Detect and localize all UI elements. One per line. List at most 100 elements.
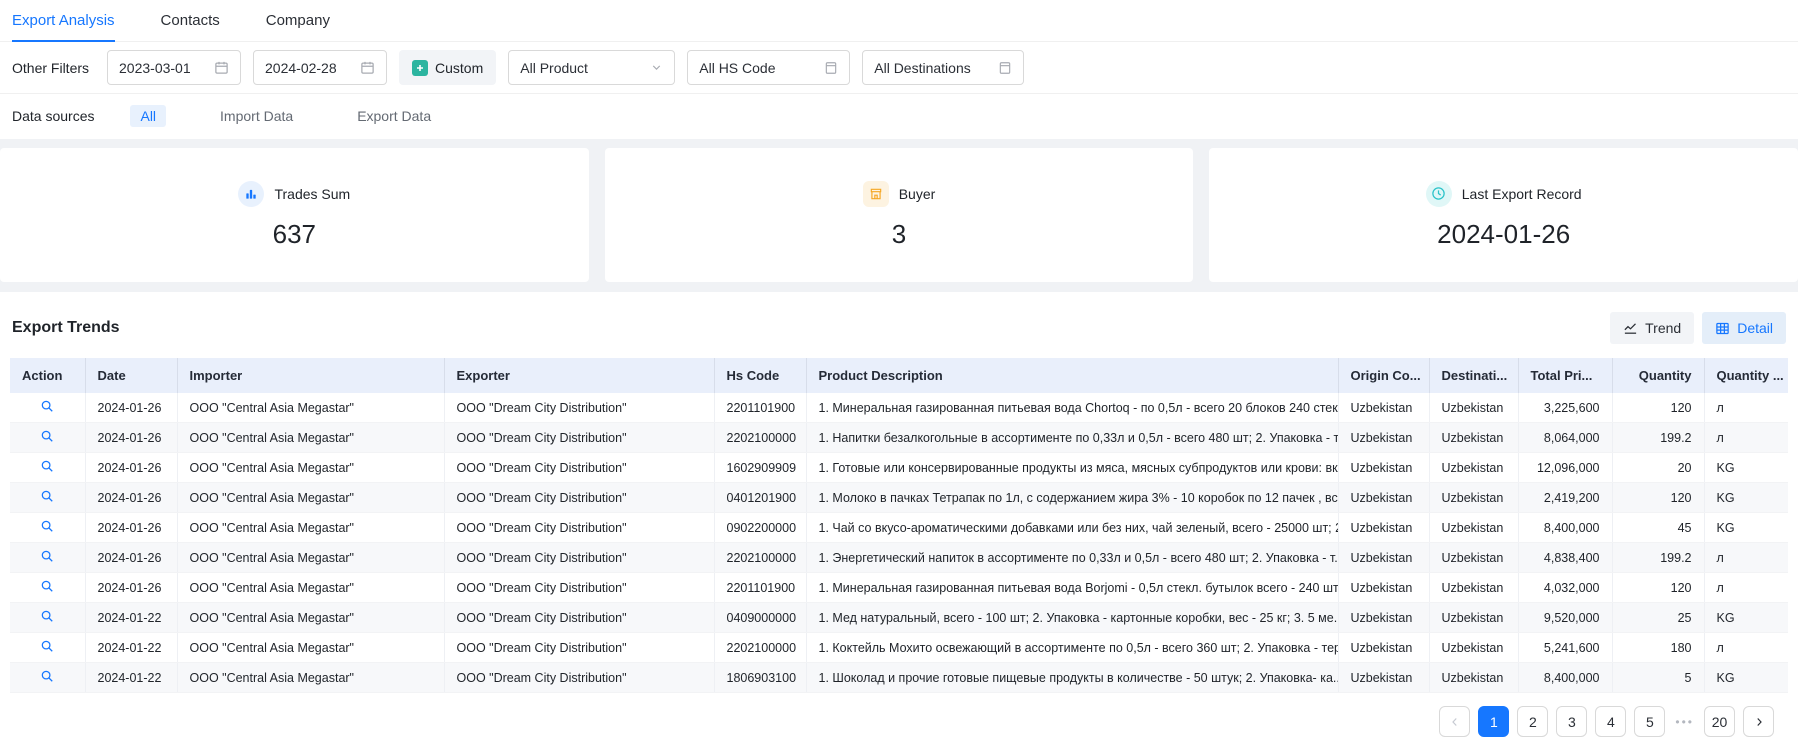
custom-label: Custom <box>435 60 483 76</box>
action-cell <box>10 393 85 423</box>
action-cell <box>10 633 85 663</box>
pagination-page-3[interactable]: 3 <box>1556 706 1587 737</box>
cell-importer: OOO "Central Asia Megastar" <box>177 603 444 633</box>
cell-destination: Uzbekistan <box>1429 453 1518 483</box>
column-header-quantity: Quantity <box>1612 358 1704 393</box>
cell-destination: Uzbekistan <box>1429 573 1518 603</box>
search-icon[interactable] <box>40 609 54 623</box>
column-header-origin-co: Origin Co... <box>1338 358 1429 393</box>
column-header-importer: Importer <box>177 358 444 393</box>
table-row: 2024-01-26OOO "Central Asia Megastar"OOO… <box>10 573 1788 603</box>
cell-total-price: 2,419,200 <box>1518 483 1612 513</box>
pagination-page-5[interactable]: 5 <box>1634 706 1665 737</box>
cell-origin: Uzbekistan <box>1338 513 1429 543</box>
detail-view-button[interactable]: Detail <box>1702 312 1786 344</box>
cell-quantity: 120 <box>1612 483 1704 513</box>
detail-label: Detail <box>1737 320 1773 336</box>
search-icon[interactable] <box>40 429 54 443</box>
pagination-prev-button[interactable] <box>1439 706 1470 737</box>
search-icon[interactable] <box>40 519 54 533</box>
data-source-export[interactable]: Export Data <box>347 105 441 127</box>
action-cell <box>10 543 85 573</box>
cell-importer: OOO "Central Asia Megastar" <box>177 453 444 483</box>
pagination-ellipsis[interactable]: ••• <box>1673 715 1696 729</box>
action-cell <box>10 453 85 483</box>
search-icon[interactable] <box>40 639 54 653</box>
search-icon[interactable] <box>40 579 54 593</box>
column-header-date: Date <box>85 358 177 393</box>
cell-description: 1. Минеральная газированная питьевая вод… <box>806 573 1338 603</box>
pagination-next-button[interactable] <box>1743 706 1774 737</box>
destinations-select[interactable]: All Destinations <box>862 50 1024 85</box>
chevron-down-icon <box>650 61 663 74</box>
cell-description: 1. Коктейль Мохито освежающий в ассортим… <box>806 633 1338 663</box>
search-icon[interactable] <box>40 669 54 683</box>
cell-exporter: OOO "Dream City Distribution" <box>444 483 714 513</box>
cell-quantity: 199.2 <box>1612 423 1704 453</box>
data-source-all[interactable]: All <box>130 105 166 127</box>
tab-export-analysis[interactable]: Export Analysis <box>12 0 115 41</box>
action-cell <box>10 663 85 693</box>
table-body: 2024-01-26OOO "Central Asia Megastar"OOO… <box>10 393 1788 693</box>
search-icon[interactable] <box>40 549 54 563</box>
cell-quantity: 120 <box>1612 393 1704 423</box>
cell-destination: Uzbekistan <box>1429 663 1518 693</box>
action-cell <box>10 483 85 513</box>
column-header-exporter: Exporter <box>444 358 714 393</box>
column-header-action: Action <box>10 358 85 393</box>
cell-importer: OOO "Central Asia Megastar" <box>177 633 444 663</box>
pagination-page-2[interactable]: 2 <box>1517 706 1548 737</box>
calendar-icon <box>214 60 229 75</box>
cell-unit: KG <box>1704 453 1788 483</box>
cell-importer: OOO "Central Asia Megastar" <box>177 393 444 423</box>
cell-destination: Uzbekistan <box>1429 483 1518 513</box>
trades-sum-value: 637 <box>273 219 316 250</box>
column-header-quantity: Quantity ... <box>1704 358 1788 393</box>
pagination-page-4[interactable]: 4 <box>1595 706 1626 737</box>
custom-range-button[interactable]: Custom <box>399 50 496 85</box>
cell-hs-code: 2201101900 <box>714 393 806 423</box>
cell-importer: OOO "Central Asia Megastar" <box>177 423 444 453</box>
search-icon[interactable] <box>40 399 54 413</box>
product-select[interactable]: All Product <box>508 50 675 85</box>
cell-hs-code: 2201101900 <box>714 573 806 603</box>
cell-total-price: 4,838,400 <box>1518 543 1612 573</box>
cell-exporter: OOO "Dream City Distribution" <box>444 513 714 543</box>
cell-date: 2024-01-22 <box>85 633 177 663</box>
column-header-product-description: Product Description <box>806 358 1338 393</box>
hs-code-select[interactable]: All HS Code <box>687 50 850 85</box>
trend-label: Trend <box>1645 320 1681 336</box>
stat-cards: Trades Sum 637 Buyer 3 Last Export Recor… <box>0 139 1798 292</box>
pagination-page-1[interactable]: 1 <box>1478 706 1509 737</box>
cell-hs-code: 0409000000 <box>714 603 806 633</box>
cell-origin: Uzbekistan <box>1338 453 1429 483</box>
cell-total-price: 12,096,000 <box>1518 453 1612 483</box>
trend-view-button[interactable]: Trend <box>1610 312 1694 344</box>
export-trends-title: Export Trends <box>12 319 120 337</box>
cell-total-price: 9,520,000 <box>1518 603 1612 633</box>
date-to-value: 2024-02-28 <box>265 60 337 76</box>
cell-unit: л <box>1704 543 1788 573</box>
search-icon[interactable] <box>40 459 54 473</box>
other-filters-label: Other Filters <box>12 60 89 76</box>
cell-origin: Uzbekistan <box>1338 633 1429 663</box>
cell-unit: л <box>1704 633 1788 663</box>
filter-row: Other Filters 2023-03-01 2024-02-28 Cust… <box>0 42 1798 94</box>
cell-description: 1. Шоколад и прочие готовые пищевые прод… <box>806 663 1338 693</box>
card-label: Trades Sum <box>274 186 350 202</box>
cell-quantity: 180 <box>1612 633 1704 663</box>
cell-unit: л <box>1704 423 1788 453</box>
pagination: 12345 ••• 20 <box>10 693 1788 737</box>
clock-icon <box>1426 181 1452 207</box>
cell-date: 2024-01-26 <box>85 483 177 513</box>
cell-description: 1. Готовые или консервированные продукты… <box>806 453 1338 483</box>
tab-company[interactable]: Company <box>266 0 330 41</box>
cell-hs-code: 0902200000 <box>714 513 806 543</box>
tab-contacts[interactable]: Contacts <box>161 0 220 41</box>
date-to-input[interactable]: 2024-02-28 <box>253 50 387 85</box>
date-from-input[interactable]: 2023-03-01 <box>107 50 241 85</box>
cell-unit: KG <box>1704 603 1788 633</box>
data-source-import[interactable]: Import Data <box>210 105 303 127</box>
search-icon[interactable] <box>40 489 54 503</box>
pagination-page-20[interactable]: 20 <box>1704 706 1735 737</box>
